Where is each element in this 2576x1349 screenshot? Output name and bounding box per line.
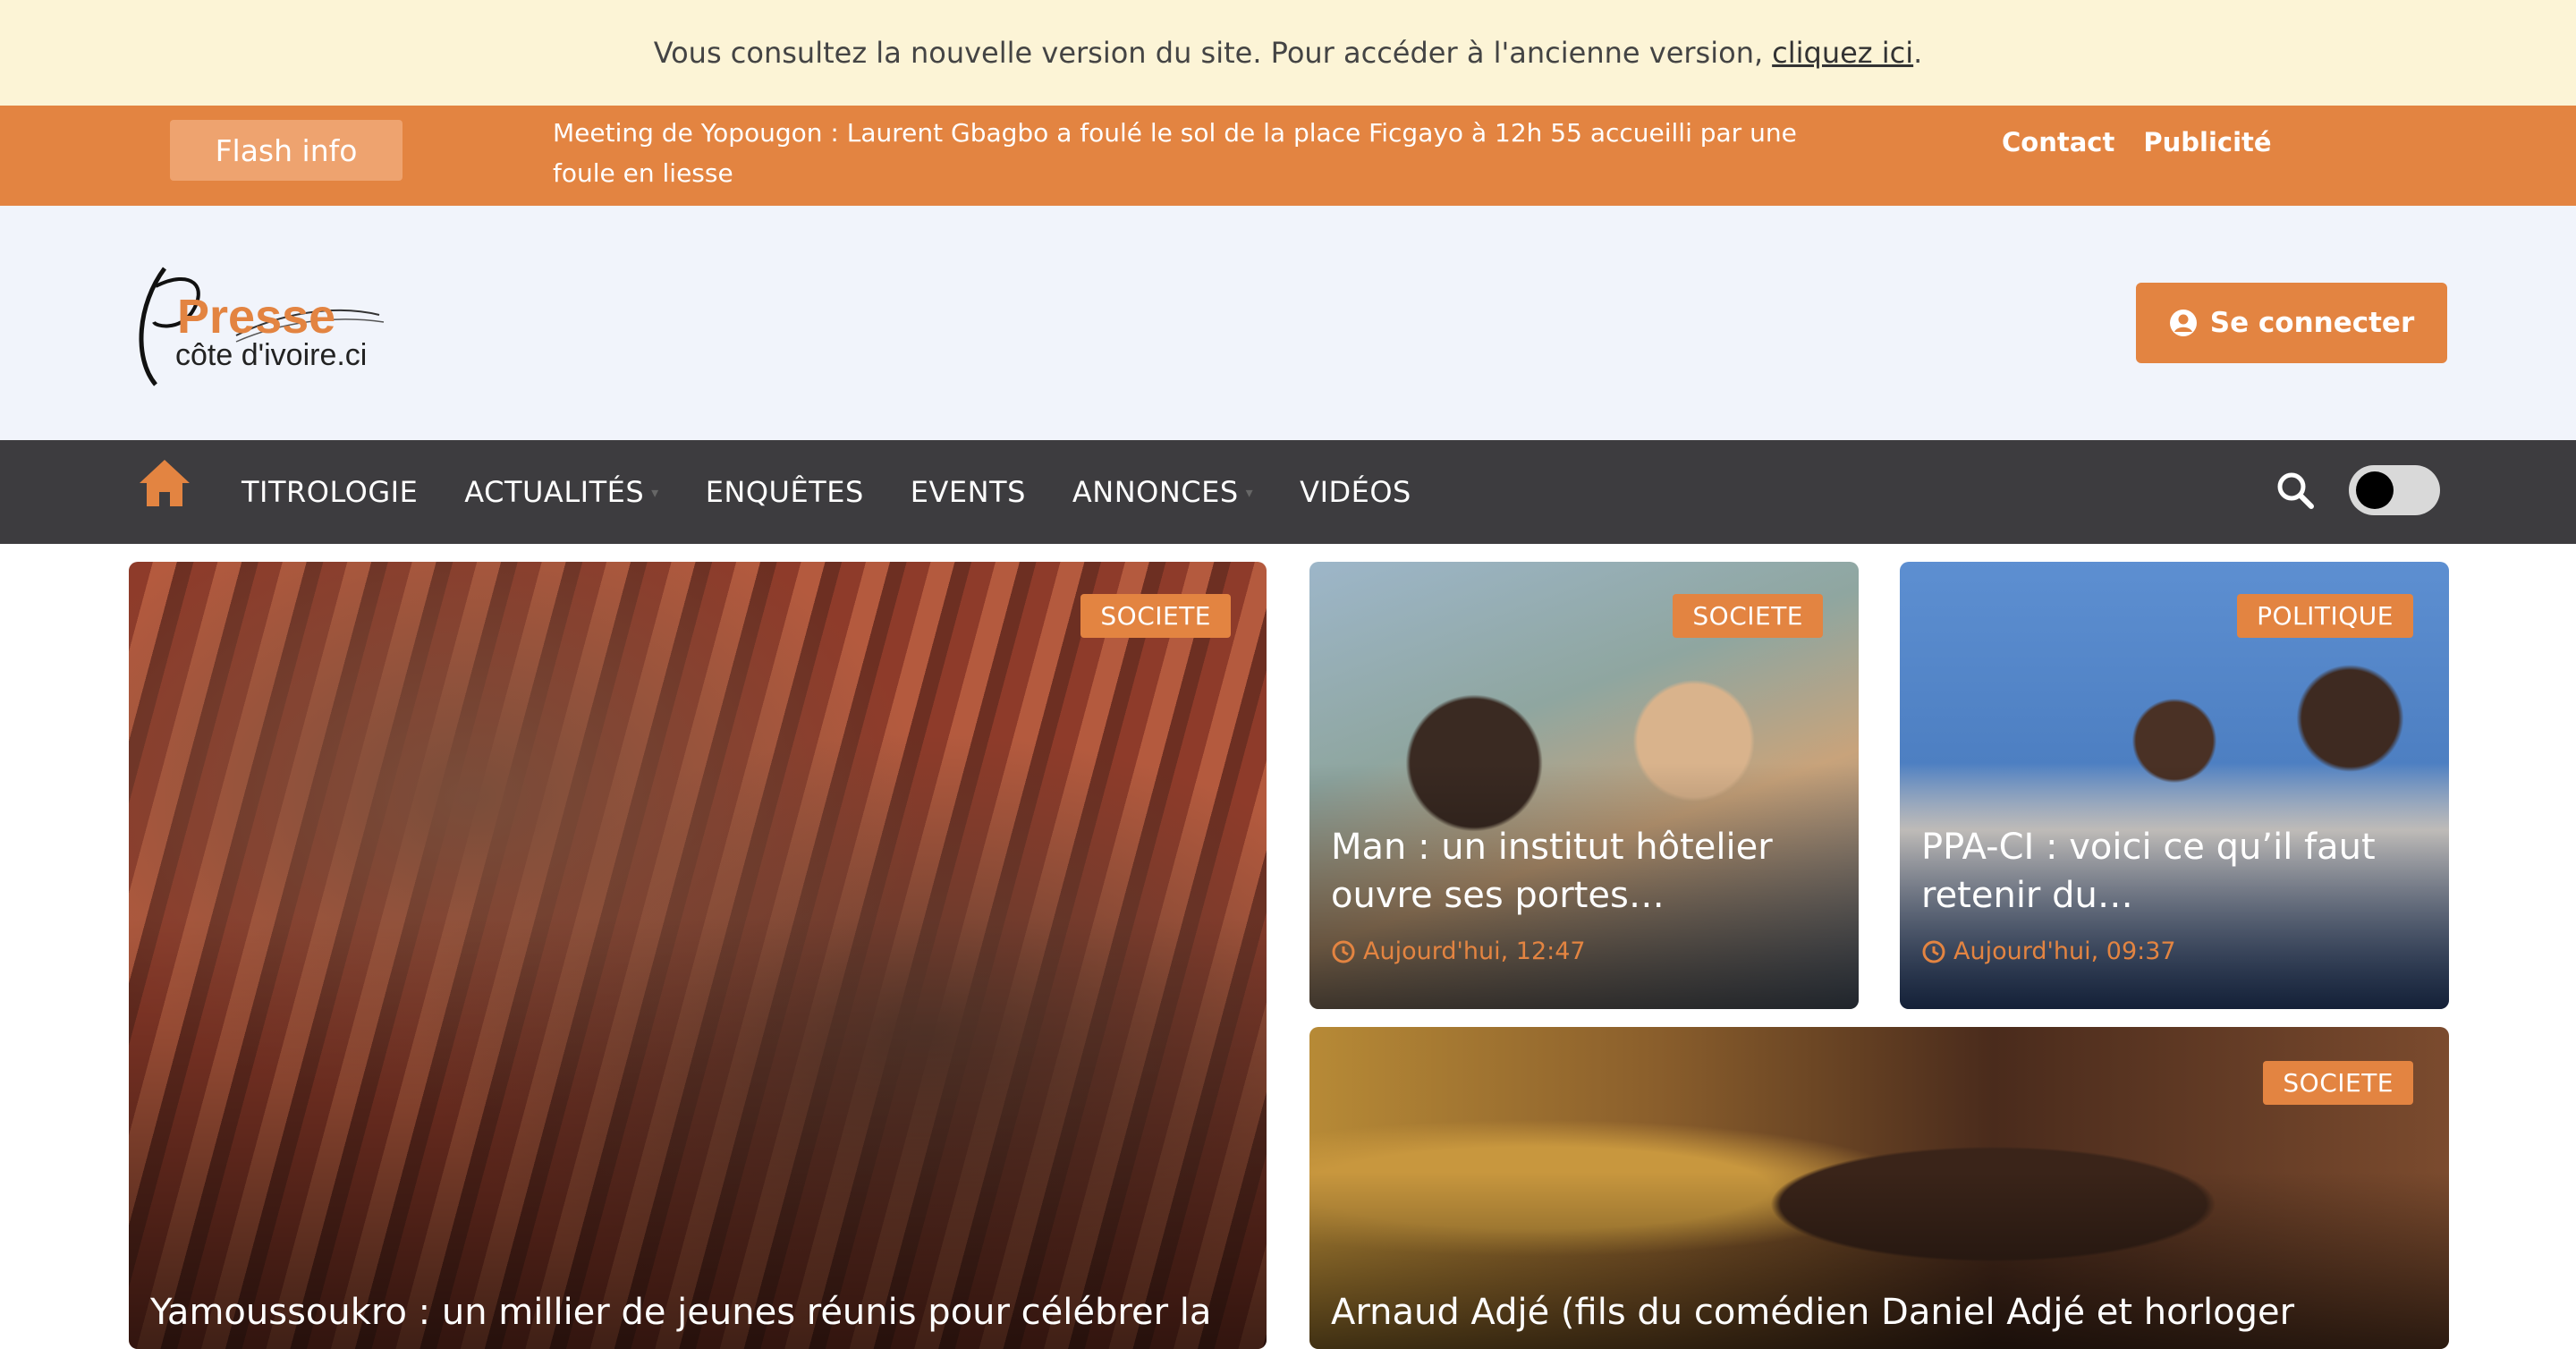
site-logo[interactable]: Presse côte d'ivoire.ci — [129, 250, 388, 394]
article-title[interactable]: Yamoussoukro : un millier de jeunes réun… — [150, 1288, 1245, 1336]
theme-toggle[interactable] — [2349, 465, 2440, 515]
clock-icon — [1332, 940, 1355, 963]
article-title[interactable]: Arnaud Adjé (fils du comédien Daniel Adj… — [1331, 1288, 2428, 1336]
featured-article-card[interactable]: SOCIETE Yamoussoukro : un millier de jeu… — [129, 562, 1267, 1349]
nav-item-annonces[interactable]: ANNONCES ▾ — [1072, 475, 1253, 509]
article-time-text: Aujourd'hui, 09:37 — [1953, 938, 2176, 965]
version-notice-text: Vous consultez la nouvelle version du si… — [653, 36, 1764, 70]
article-time: Aujourd'hui, 09:37 — [1921, 938, 2176, 965]
nav-item-enquetes[interactable]: ENQUÊTES — [706, 475, 864, 509]
site-header: Presse côte d'ivoire.ci Se connecter — [0, 206, 2576, 440]
clock-icon — [1922, 940, 1945, 963]
nav-item-actualites[interactable]: ACTUALITÉS ▾ — [464, 475, 658, 509]
nav-label: EVENTS — [910, 475, 1026, 509]
nav-label: TITROLOGIE — [242, 475, 419, 509]
flash-info-bar: Flash info Meeting de Yopougon : Laurent… — [0, 106, 2576, 206]
article-time: Aujourd'hui, 12:47 — [1331, 938, 1586, 965]
category-badge[interactable]: SOCIETE — [2263, 1061, 2413, 1105]
nav-label: ENQUÊTES — [705, 475, 864, 509]
login-label: Se connecter — [2209, 307, 2415, 339]
card-overlay — [129, 916, 1267, 1349]
logo-text-presse: Presse — [177, 290, 335, 344]
logo-text-domain: côte d'ivoire.ci — [175, 338, 367, 372]
article-card[interactable]: POLITIQUE PPA-CI : voici ce qu’il faut r… — [1900, 562, 2449, 1009]
nav-label: VIDÉOS — [1300, 475, 1411, 509]
nav-item-events[interactable]: EVENTS — [911, 475, 1026, 509]
flash-info-button[interactable]: Flash info — [170, 120, 402, 181]
chevron-down-icon: ▾ — [651, 483, 659, 501]
top-links: Contact Publicité — [2002, 127, 2272, 157]
category-badge[interactable]: SOCIETE — [1673, 594, 1823, 638]
article-title[interactable]: PPA-CI : voici ce qu’il faut retenir du… — [1921, 823, 2428, 920]
flash-headline[interactable]: Meeting de Yopougon : Laurent Gbagbo a f… — [553, 113, 1841, 193]
article-time-text: Aujourd'hui, 12:47 — [1363, 938, 1586, 965]
article-card[interactable]: SOCIETE Man : un institut hôtelier ouvre… — [1309, 562, 1859, 1009]
article-card[interactable]: SOCIETE Arnaud Adjé (fils du comédien Da… — [1309, 1027, 2449, 1349]
category-badge[interactable]: SOCIETE — [1080, 594, 1231, 638]
nav-label: ANNONCES — [1072, 475, 1239, 509]
user-circle-icon — [2169, 310, 2197, 336]
main-nav: TITROLOGIE ACTUALITÉS ▾ ENQUÊTES EVENTS … — [0, 440, 2576, 544]
search-icon[interactable] — [2272, 467, 2318, 513]
category-badge[interactable]: POLITIQUE — [2237, 594, 2413, 638]
version-notice: Vous consultez la nouvelle version du si… — [0, 0, 2576, 106]
chevron-down-icon: ▾ — [1245, 483, 1254, 501]
nav-menu: TITROLOGIE ACTUALITÉS ▾ ENQUÊTES EVENTS … — [242, 440, 1458, 544]
toggle-knob — [2356, 471, 2394, 509]
home-icon[interactable] — [136, 454, 193, 512]
nav-item-videos[interactable]: VIDÉOS — [1300, 475, 1411, 509]
nav-label: ACTUALITÉS — [464, 475, 645, 509]
version-notice-suffix: . — [1913, 36, 1923, 70]
publicite-link[interactable]: Publicité — [2143, 127, 2271, 157]
login-button[interactable]: Se connecter — [2136, 283, 2447, 363]
old-version-link[interactable]: cliquez ici — [1772, 36, 1913, 70]
nav-item-titrologie[interactable]: TITROLOGIE — [242, 475, 418, 509]
article-title[interactable]: Man : un institut hôtelier ouvre ses por… — [1331, 823, 1837, 920]
contact-link[interactable]: Contact — [2002, 127, 2114, 157]
